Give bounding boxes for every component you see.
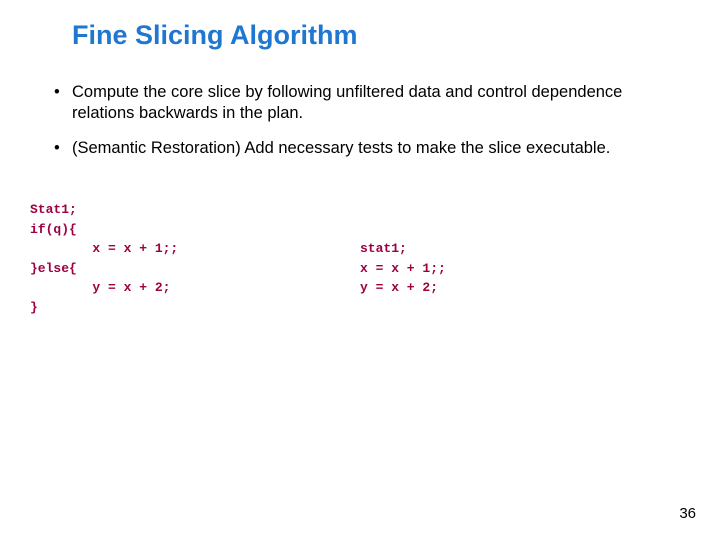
code-block-right: stat1; x = x + 1;; y = x + 2; — [360, 200, 446, 298]
slide-title: Fine Slicing Algorithm — [72, 20, 358, 51]
slide: Fine Slicing Algorithm • Compute the cor… — [0, 0, 720, 540]
code-line: x = x + 1;; — [30, 241, 178, 256]
bullet-text: Compute the core slice by following unfi… — [72, 82, 680, 124]
code-line: y = x + 2; — [360, 280, 438, 295]
code-line: Stat1; — [30, 202, 77, 217]
code-line: }else{ — [30, 261, 77, 276]
bullet-item: • Compute the core slice by following un… — [54, 82, 680, 124]
code-line: y = x + 2; — [30, 280, 170, 295]
bullet-text: (Semantic Restoration) Add necessary tes… — [72, 138, 680, 159]
bullet-list: • Compute the core slice by following un… — [54, 82, 680, 173]
code-block-left: Stat1; if(q){ x = x + 1;; }else{ y = x +… — [30, 200, 360, 317]
code-line: stat1; — [360, 241, 407, 256]
bullet-dot-icon: • — [54, 82, 72, 124]
code-line: if(q){ — [30, 222, 77, 237]
code-line: x = x + 1;; — [360, 261, 446, 276]
code-line: } — [30, 300, 38, 315]
bullet-item: • (Semantic Restoration) Add necessary t… — [54, 138, 680, 159]
page-number: 36 — [679, 505, 696, 522]
bullet-dot-icon: • — [54, 138, 72, 159]
code-area: Stat1; if(q){ x = x + 1;; }else{ y = x +… — [30, 200, 690, 317]
